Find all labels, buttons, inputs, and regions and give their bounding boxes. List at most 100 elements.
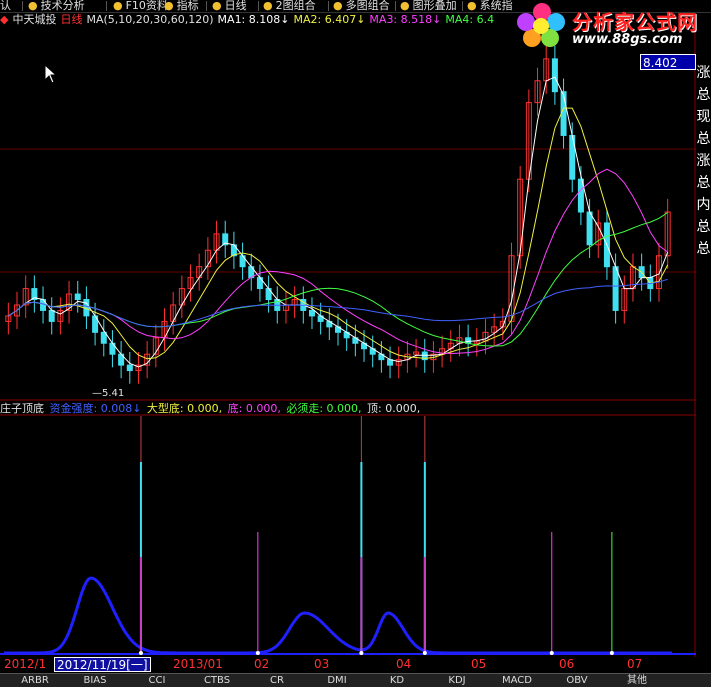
- toolbar-item-f10[interactable]: ● F10资料: [113, 0, 168, 12]
- toolbar-divider: [106, 1, 107, 11]
- candle-body: [560, 91, 567, 136]
- right-info-panel: 涨 总 现 总 涨 总 内 总 总: [696, 62, 711, 260]
- date-label: 05: [471, 657, 487, 671]
- stock-name: 中天城投: [12, 13, 57, 26]
- date-axis: 2012/1 2012/11/19[一] 2013/01 02 03 04 05…: [0, 657, 711, 672]
- toolbar-item-indicator[interactable]: ● 指标: [164, 0, 199, 12]
- candle-body: [48, 309, 55, 322]
- toolbar-item-overlay[interactable]: ● 图形叠加: [400, 0, 457, 12]
- tab-cr[interactable]: CR: [252, 674, 302, 687]
- right-panel-char[interactable]: 现: [696, 106, 711, 128]
- ma1-value: MA1: 8.108↓: [217, 13, 290, 26]
- expand-icon[interactable]: ◆: [0, 13, 8, 26]
- toolbar-divider: [158, 1, 159, 11]
- candle-body: [551, 58, 558, 93]
- tab-obv[interactable]: OBV: [552, 674, 602, 687]
- toolbar-label: 多图组合: [345, 0, 390, 12]
- candle-body: [586, 211, 593, 246]
- right-panel-char[interactable]: 总: [696, 172, 711, 194]
- toolbar-label: F10资料: [125, 0, 168, 12]
- stock-period: 日线: [60, 13, 83, 26]
- spike-dot: [359, 651, 364, 655]
- selected-date-label[interactable]: 2012/11/19[一]: [54, 657, 151, 672]
- tab-dmi[interactable]: DMI: [312, 674, 362, 687]
- toolbar-label: 指标: [176, 0, 199, 12]
- toolbar-label: 认: [0, 0, 11, 12]
- right-panel-char[interactable]: 涨: [696, 62, 711, 84]
- date-label: 2012/1: [4, 657, 47, 671]
- indicator-panel: [4, 416, 672, 655]
- toolbar-label: 图形叠加: [412, 0, 457, 12]
- spike-dot: [609, 651, 614, 655]
- toolbar-item-multichart[interactable]: ● 多图组合: [333, 0, 390, 12]
- candle-body: [74, 293, 81, 300]
- toolbar-label: 2图组合: [275, 0, 316, 12]
- spike-dot: [138, 651, 143, 655]
- spike-dot: [255, 651, 260, 655]
- dot-icon: ●: [212, 0, 222, 12]
- date-label: 07: [627, 657, 643, 671]
- flower-logo-icon: [517, 3, 565, 47]
- toolbar-item-technical-analysis[interactable]: ● 技术分析: [28, 0, 85, 12]
- current-price-box: 8.402: [640, 54, 696, 70]
- date-label: 2013/01: [173, 657, 223, 671]
- candle-body: [126, 364, 133, 372]
- indicator-field-top: 顶: 0.000,: [367, 402, 421, 415]
- toolbar-divider: [22, 1, 23, 11]
- tab-other[interactable]: 其他: [612, 674, 662, 687]
- watermark-logo: 分析家公式网 www.88gs.com: [514, 0, 711, 50]
- low-price-value: 5.41: [102, 388, 125, 399]
- right-panel-char[interactable]: 总: [696, 128, 711, 150]
- indicator-info-line: 庄子顶底 资金强度: 0.008↓ 大型底: 0.000, 底: 0.000, …: [0, 402, 700, 416]
- dot-icon: ●: [263, 0, 273, 12]
- toolbar-item-system[interactable]: ● 系统指: [467, 0, 513, 12]
- toolbar-item-0[interactable]: 认: [0, 0, 11, 12]
- indicator-field-mustgo: 必须走: 0.000,: [286, 402, 362, 415]
- toolbar-item-daily[interactable]: ● 日线: [212, 0, 247, 12]
- right-panel-char[interactable]: 总: [696, 238, 711, 260]
- indicator-name[interactable]: 庄子顶底: [0, 402, 44, 415]
- tab-macd[interactable]: MACD: [492, 674, 542, 687]
- right-panel-char[interactable]: 涨: [696, 150, 711, 172]
- tab-bias[interactable]: BIAS: [70, 674, 120, 687]
- toolbar-label: 日线: [224, 0, 247, 12]
- toolbar-label: 技术分析: [40, 0, 85, 12]
- candle-body: [465, 337, 472, 344]
- tab-arbr[interactable]: ARBR: [10, 674, 60, 687]
- toolbar-label: 系统指: [479, 0, 513, 12]
- mouse-cursor-icon: [44, 64, 58, 84]
- spike-dot: [549, 651, 554, 655]
- toolbar-divider: [328, 1, 329, 11]
- right-panel-char[interactable]: 总: [696, 84, 711, 106]
- toolbar-divider: [206, 1, 207, 11]
- toolbar-divider: [462, 1, 463, 11]
- logo-url: www.88gs.com: [572, 32, 683, 47]
- dot-icon: ●: [164, 0, 174, 12]
- dot-icon: ●: [467, 0, 477, 12]
- date-label: 02: [254, 657, 270, 671]
- dot-icon: ●: [400, 0, 410, 12]
- candle-body: [612, 266, 619, 311]
- ma4-value: MA4: 6.4: [445, 13, 495, 26]
- ma2-value: MA2: 6.407↓: [293, 13, 366, 26]
- right-panel-char[interactable]: 总: [696, 216, 711, 238]
- low-price-label: —5.41: [92, 388, 125, 399]
- dot-icon: ●: [113, 0, 123, 12]
- tab-kdj[interactable]: KDJ: [432, 674, 482, 687]
- tab-ctbs[interactable]: CTBS: [192, 674, 242, 687]
- toolbar-item-2chart[interactable]: ● 2图组合: [263, 0, 316, 12]
- tab-cci[interactable]: CCI: [132, 674, 182, 687]
- indicator-field-strength: 资金强度: 0.008↓: [49, 402, 142, 415]
- price-chart[interactable]: [0, 27, 696, 657]
- indicator-tabs: ARBR BIAS CCI CTBS CR DMI KD KDJ MACD OB…: [0, 673, 711, 687]
- logo-title: 分析家公式网: [572, 10, 698, 34]
- candle-body: [100, 331, 107, 344]
- indicator-field-bottom: 底: 0.000,: [227, 402, 281, 415]
- strength-curve: [4, 576, 672, 655]
- right-panel-char[interactable]: 内: [696, 194, 711, 216]
- candle-body: [308, 309, 315, 317]
- tab-kd[interactable]: KD: [372, 674, 422, 687]
- spike-dot: [422, 651, 427, 655]
- date-label: 03: [314, 657, 330, 671]
- toolbar-divider: [395, 1, 396, 11]
